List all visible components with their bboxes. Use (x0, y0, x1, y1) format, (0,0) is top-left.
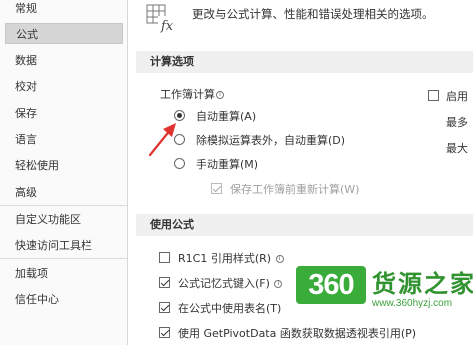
checkbox-table-names[interactable] (159, 302, 170, 313)
checkbox-table-names-label[interactable]: 在公式中使用表名(T) (178, 300, 281, 316)
sidebar-item-trust-center[interactable]: 信任中心 (0, 289, 127, 310)
radio-auto-except-tables-label[interactable]: 除模拟运算表外，自动重算(D) (196, 132, 345, 148)
sidebar-item-customize-ribbon[interactable]: 自定义功能区 (0, 209, 127, 230)
sidebar-item-quick-access-toolbar[interactable]: 快速访问工具栏 (0, 235, 127, 256)
checkbox-iterative-calc-label[interactable]: 启用 (446, 88, 468, 104)
info-icon: i (274, 280, 283, 288)
checkbox-iterative-calc[interactable] (428, 90, 439, 101)
radio-manual-label[interactable]: 手动重算(M) (196, 156, 258, 172)
checkbox-r1c1-label[interactable]: R1C1 引用样式(R) i (178, 250, 284, 266)
svg-text:fx: fx (160, 19, 174, 34)
watermark-title: 货源之家 (372, 270, 473, 298)
info-icon: i (216, 91, 224, 99)
sidebar-item-accessibility[interactable]: 轻松使用 (0, 155, 127, 176)
sidebar-item-save[interactable]: 保存 (0, 103, 127, 124)
checkbox-formula-autocomplete[interactable] (159, 277, 170, 288)
checkbox-recalc-before-save-label[interactable]: 保存工作簿前重新计算(W) (230, 181, 359, 197)
sidebar-divider (0, 205, 127, 206)
max-iterations-label: 最多 (446, 116, 468, 129)
checkbox-r1c1[interactable] (159, 252, 170, 263)
checkbox-recalc-before-save[interactable] (211, 183, 222, 194)
checkbox-getpivotdata[interactable] (159, 327, 170, 338)
radio-automatic-label[interactable]: 自动重算(A) (196, 108, 256, 124)
section-header-working-with-formulas: 使用公式 (136, 214, 473, 236)
sidebar-item-proofing[interactable]: 校对 (0, 76, 127, 97)
sidebar-item-add-ins[interactable]: 加载项 (0, 263, 127, 284)
sidebar-item-data[interactable]: 数据 (0, 50, 127, 71)
checkbox-formula-autocomplete-label[interactable]: 公式记忆式键入(F) i (178, 275, 283, 291)
sidebar-divider (0, 258, 127, 259)
section-header-calc-options: 计算选项 (136, 51, 473, 73)
checkbox-getpivotdata-label[interactable]: 使用 GetPivotData 函数获取数据透视表引用(P) (178, 325, 416, 341)
sidebar-item-general[interactable]: 常规 (0, 0, 127, 19)
sidebar-item-language[interactable]: 语言 (0, 129, 127, 150)
formula-fx-icon: fx (146, 4, 178, 34)
sidebar-item-advanced[interactable]: 高级 (0, 182, 127, 203)
watermark-url: www.360hyzj.com (372, 298, 453, 309)
info-icon: i (275, 255, 284, 263)
workbook-calc-label: 工作簿计算 i (160, 86, 224, 102)
sidebar-item-formulas[interactable]: 公式 (5, 23, 123, 44)
max-change-label: 最大 (446, 142, 468, 155)
page-description: 更改与公式计算、性能和错误处理相关的选项。 (192, 7, 434, 21)
watermark-logo: 360 (296, 266, 366, 304)
options-sidebar: 常规 公式 数据 校对 保存 语言 轻松使用 高级 自定义功能区 快速访问工具栏… (0, 0, 128, 345)
annotation-arrow-icon (148, 123, 176, 157)
